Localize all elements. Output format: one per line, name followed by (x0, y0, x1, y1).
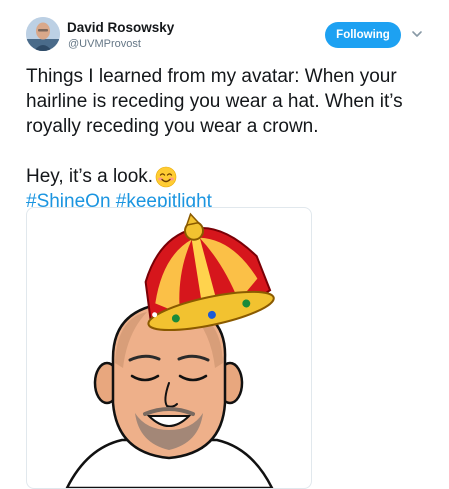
tweet-text-line: Things I learned from my avatar: When yo… (26, 66, 397, 87)
tweet-text-line: Hey, it’s a look. (26, 164, 436, 189)
following-button[interactable]: Following (325, 22, 401, 48)
tweet: David Rosowsky @UVMProvost Following Thi… (0, 0, 449, 489)
bitmoji-avatar-with-crown-icon (65, 212, 275, 488)
tweet-text-line: hairline is receding you wear a hat. Whe… (26, 91, 403, 112)
profile-avatar[interactable] (26, 17, 60, 51)
smiling-face-emoji-icon (155, 166, 177, 187)
tweet-text-line-2: Hey, it’s a look. (26, 166, 154, 187)
author-name[interactable]: David Rosowsky (67, 20, 174, 35)
tweet-media[interactable] (26, 207, 312, 489)
profile-photo-icon (26, 17, 60, 51)
tweet-text: Things I learned from my avatar: When yo… (26, 64, 436, 214)
author-handle[interactable]: @UVMProvost (68, 38, 141, 50)
chevron-down-icon[interactable] (410, 29, 424, 39)
tweet-text-line: royally receding you wear a crown. (26, 116, 319, 137)
